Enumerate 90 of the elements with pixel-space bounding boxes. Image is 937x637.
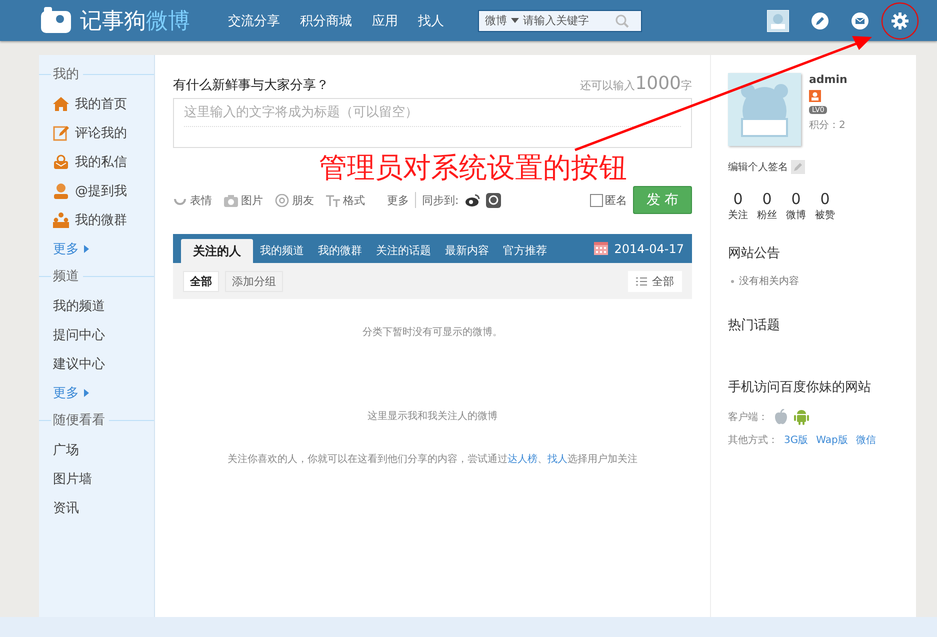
caret-icon [511, 18, 519, 23]
sidebar-item[interactable]: 我的首页 [39, 89, 154, 118]
section-heading: 我的 [53, 66, 79, 83]
sidebar-item[interactable]: 评论我的 [39, 118, 154, 147]
hint-text: 关注你喜欢的人，你就可以在这看到他们分享的内容，尝试通过达人榜、找人选择用户加关注 [226, 452, 638, 466]
sidebar-item[interactable]: @提到我 [39, 176, 154, 205]
date-label: 2014-04-17 [614, 242, 684, 256]
title-field[interactable]: 这里输入的文字将成为标题（可以留空） [184, 103, 681, 127]
caret-icon [84, 244, 89, 252]
pencil-icon [791, 160, 805, 174]
sidebar-item[interactable]: 我的频道 [39, 291, 154, 320]
logo-text[interactable]: 记事狗 [80, 6, 146, 36]
empty-message: 分类下暂时没有可显示的微博。 [362, 326, 504, 339]
mail-icon[interactable] [851, 12, 869, 30]
nav-link[interactable]: 应用 [362, 12, 408, 30]
composer-prompt: 有什么新鲜事与大家分享？ [173, 77, 329, 94]
calendar-icon [594, 242, 608, 255]
mention-icon [53, 182, 69, 198]
notice-heading: 网站公告 [728, 245, 781, 262]
hot-topics-heading: 热门话题 [728, 317, 781, 334]
stat-link[interactable]: 0 微博 [786, 190, 806, 222]
points-label: 积分：2 [809, 119, 846, 132]
caret-icon [84, 388, 89, 396]
view-filter-button[interactable]: 全部 [628, 270, 682, 292]
user-avatar-icon[interactable] [767, 10, 789, 32]
mobile-link[interactable]: 微信 [856, 433, 876, 447]
more-link[interactable]: 更多 [39, 234, 154, 263]
feed-tab[interactable]: 我的频道 [253, 239, 311, 263]
section-heading: 频道 [53, 268, 79, 285]
link[interactable]: 找人 [548, 454, 568, 465]
link[interactable]: 达人榜 [508, 454, 538, 465]
sidebar-item[interactable]: 我的私信 [39, 147, 154, 176]
stat-link[interactable]: 0 关注 [728, 190, 748, 222]
feed-tab[interactable]: 关注的人 [181, 239, 253, 263]
edit-signature-link[interactable]: 编辑个人签名 [728, 160, 902, 174]
sidebar-item[interactable]: 我的微群 [39, 205, 154, 234]
sidebar-item[interactable]: 广场 [39, 435, 154, 464]
stat-link[interactable]: 0 粉丝 [757, 190, 777, 222]
annotation-text: 管理员对系统设置的按钮 [319, 154, 627, 182]
list-icon [636, 276, 647, 286]
annotation-circle [881, 2, 919, 40]
group-icon [53, 212, 69, 228]
client-label: 客户端： [728, 410, 768, 424]
sidebar-item[interactable]: 图片墙 [39, 464, 154, 493]
feed-tab[interactable]: 我的微群 [311, 239, 369, 263]
person-badge-icon [809, 90, 821, 102]
home-icon [53, 96, 69, 112]
camera-icon [224, 194, 238, 206]
compose-icon[interactable] [811, 12, 829, 30]
eye-logo-icon[interactable] [464, 192, 480, 208]
feed-tab[interactable]: 关注的话题 [369, 239, 438, 263]
character-counter: 还可以输入 1000字 [580, 73, 692, 94]
message-icon [53, 154, 69, 170]
filter-chip[interactable]: 添加分组 [225, 270, 283, 292]
mobile-heading: 手机访问百度你妹的网站 [728, 379, 872, 396]
hint-title: 这里显示我和我关注人的微博 [366, 410, 498, 423]
sidebar-item[interactable]: 建议中心 [39, 349, 154, 378]
logo-icon [40, 6, 72, 34]
composer-tool[interactable]: 朋友 [275, 192, 314, 208]
feed-tab[interactable]: 官方推荐 [496, 239, 554, 263]
user-name[interactable]: admin [809, 73, 848, 86]
nav-link[interactable]: 找人 [408, 12, 454, 30]
more-link[interactable]: 更多 [39, 378, 154, 407]
composer-tool[interactable]: 格式 [326, 192, 365, 208]
nav-link[interactable]: 交流分享 [218, 12, 290, 30]
sidebar-item[interactable]: 资讯 [39, 493, 154, 522]
search-scope-dropdown[interactable]: 微博 [485, 13, 519, 28]
other-methods-label: 其他方式： [728, 434, 778, 447]
comment-icon [53, 124, 69, 140]
composer-tool[interactable]: 图片 [224, 192, 263, 208]
section-heading: 随便看看 [53, 412, 105, 429]
composer-tool[interactable]: 表情 [173, 192, 212, 208]
sync-label: 同步到: [422, 192, 459, 208]
mobile-link[interactable]: Wap版 [816, 433, 848, 447]
sidebar-item[interactable]: 提问中心 [39, 320, 154, 349]
settings-icon[interactable] [891, 12, 909, 30]
stat-link[interactable]: 0 被赞 [815, 190, 835, 222]
search-field[interactable]: 微博 请输入关键字 [478, 10, 642, 32]
anonymous-checkbox[interactable] [590, 194, 603, 206]
format-icon [326, 194, 340, 206]
filter-chip[interactable]: 全部 [183, 270, 219, 292]
avatar-icon [728, 73, 801, 146]
notice-item: 没有相关内容 [739, 274, 799, 288]
feed-tab[interactable]: 最新内容 [438, 239, 496, 263]
post-text-area[interactable]: 这里输入的文字将成为标题（可以留空） [173, 98, 692, 148]
android-icon[interactable] [794, 408, 809, 425]
nav-link[interactable]: 积分商城 [290, 12, 362, 30]
mobile-link[interactable]: 3G版 [784, 433, 808, 447]
checkbox-label: 匿名 [605, 192, 627, 208]
more-link[interactable]: 更多 [387, 192, 409, 208]
